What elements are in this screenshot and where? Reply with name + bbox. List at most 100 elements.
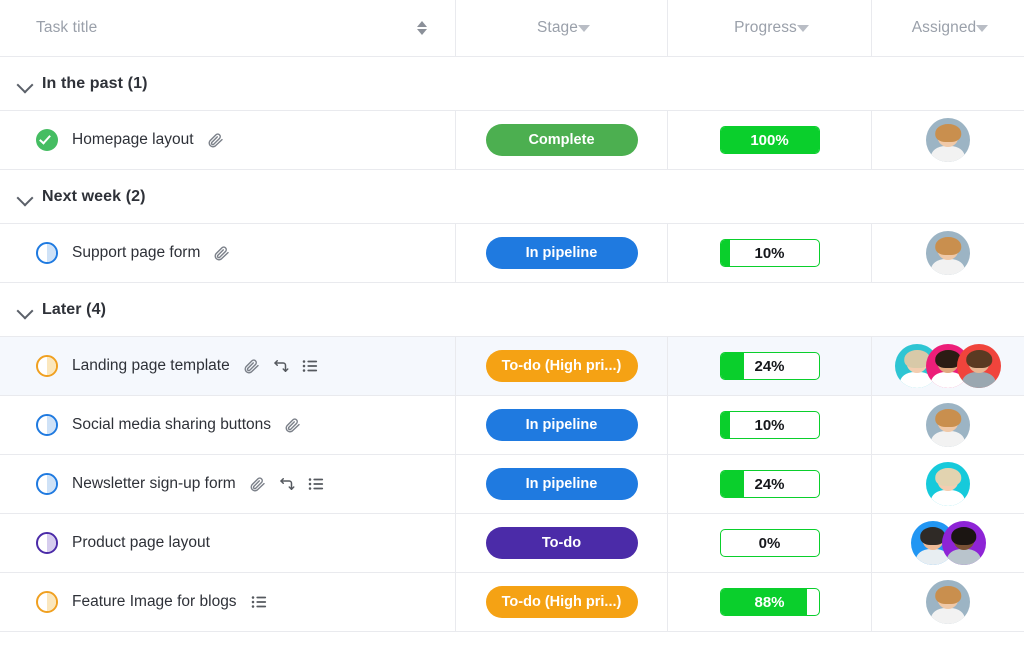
attachment-icon[interactable] <box>284 416 302 434</box>
progress-bar[interactable]: 10% <box>719 239 820 267</box>
checklist-icon[interactable] <box>301 357 319 375</box>
avatar[interactable] <box>941 521 986 565</box>
progress-value-label: 100% <box>750 131 789 149</box>
assigned-cell <box>872 455 1024 513</box>
progress-cell: 88% <box>668 573 872 631</box>
avatar[interactable] <box>957 344 1001 388</box>
avatar[interactable] <box>926 580 970 624</box>
task-row[interactable]: Newsletter sign-up form In pipeline 24% <box>0 455 1024 514</box>
column-header-progress[interactable]: Progress <box>668 0 872 56</box>
chevron-down-icon[interactable] <box>578 24 590 32</box>
attachment-icon[interactable] <box>249 475 267 493</box>
progress-bar[interactable]: 0% <box>719 529 820 557</box>
task-title-label: Homepage layout <box>72 131 194 148</box>
task-title-cell: Homepage layout <box>0 111 456 169</box>
status-ring-icon[interactable] <box>36 532 58 554</box>
task-title-label: Social media sharing buttons <box>72 416 272 433</box>
assigned-cell <box>872 573 1024 631</box>
chevron-down-icon[interactable] <box>12 71 38 97</box>
avatar[interactable] <box>926 231 970 275</box>
stage-cell: Complete <box>456 111 668 169</box>
progress-bar[interactable]: 24% <box>719 470 820 498</box>
chevron-down-icon[interactable] <box>796 24 809 32</box>
avatar[interactable] <box>926 403 970 447</box>
avatar[interactable] <box>926 118 970 162</box>
status-ring-icon[interactable] <box>36 473 58 495</box>
progress-cell: 10% <box>668 224 872 282</box>
task-title-cell: Support page form <box>0 224 456 282</box>
avatar-group[interactable] <box>926 231 970 275</box>
chevron-down-icon[interactable] <box>12 297 38 323</box>
column-label-stage: Stage <box>536 19 578 36</box>
stage-cell: To-do (High pri...) <box>456 573 668 631</box>
status-ring-icon[interactable] <box>36 355 58 377</box>
group-header-row[interactable]: Next week (2) <box>0 170 1024 224</box>
avatar-group[interactable] <box>910 521 986 565</box>
avatar-group[interactable] <box>895 344 1001 388</box>
progress-cell: 100% <box>668 111 872 169</box>
progress-cell: 10% <box>668 396 872 454</box>
status-ring-icon[interactable] <box>36 129 58 151</box>
status-ring-icon[interactable] <box>36 414 58 436</box>
task-row[interactable]: Social media sharing buttons In pipeline 1… <box>0 396 1024 455</box>
task-title-cell: Newsletter sign-up form <box>0 455 456 513</box>
task-meta-icons <box>249 475 325 493</box>
status-ring-icon[interactable] <box>36 242 58 264</box>
stage-badge[interactable]: To-do (High pri...) <box>485 586 638 618</box>
stage-badge[interactable]: In pipeline <box>485 409 638 441</box>
column-label-progress: Progress <box>734 19 797 36</box>
stage-badge[interactable]: To-do <box>485 527 638 559</box>
progress-bar[interactable]: 88% <box>719 588 820 616</box>
task-meta-icons <box>250 593 268 611</box>
repeat-icon[interactable] <box>278 475 296 493</box>
attachment-icon[interactable] <box>207 131 225 149</box>
progress-cell: 0% <box>668 514 872 572</box>
task-row[interactable]: Homepage layout Complete 100% <box>0 111 1024 170</box>
task-title-cell: Social media sharing buttons <box>0 396 456 454</box>
progress-bar[interactable]: 100% <box>719 126 820 154</box>
chevron-down-icon[interactable] <box>12 184 38 210</box>
group-header-row[interactable]: In the past (1) <box>0 57 1024 111</box>
avatar-group[interactable] <box>926 118 970 162</box>
attachment-icon[interactable] <box>213 244 231 262</box>
stage-badge[interactable]: In pipeline <box>485 237 638 269</box>
checklist-icon[interactable] <box>307 475 325 493</box>
group-header-row[interactable]: Later (4) <box>0 283 1024 337</box>
column-header-stage[interactable]: Stage <box>456 0 668 56</box>
task-title-label: Landing page template <box>72 357 230 374</box>
chevron-down-icon[interactable] <box>976 24 989 32</box>
progress-bar[interactable]: 24% <box>719 352 820 380</box>
task-title-label: Newsletter sign-up form <box>72 475 236 492</box>
assigned-cell <box>872 396 1024 454</box>
avatar-group[interactable] <box>926 462 970 506</box>
task-meta-icons <box>213 244 231 262</box>
sort-icon[interactable] <box>417 21 427 35</box>
table-header: Task title Stage Progress Assigned <box>0 0 1024 57</box>
task-row[interactable]: Support page form In pipeline 10% <box>0 224 1024 283</box>
avatar-group[interactable] <box>926 403 970 447</box>
checklist-icon[interactable] <box>250 593 268 611</box>
column-label-assigned: Assigned <box>911 19 977 36</box>
task-row[interactable]: Feature Image for blogs To-do (High pri..… <box>0 573 1024 632</box>
repeat-icon[interactable] <box>272 357 290 375</box>
avatar[interactable] <box>926 462 970 506</box>
progress-bar[interactable]: 10% <box>719 411 820 439</box>
task-row[interactable]: Product page layout To-do 0% <box>0 514 1024 573</box>
stage-badge[interactable]: Complete <box>485 124 638 156</box>
stage-badge[interactable]: In pipeline <box>485 468 638 500</box>
stage-badge[interactable]: To-do (High pri...) <box>485 350 638 382</box>
avatar-group[interactable] <box>926 580 970 624</box>
task-title-cell: Landing page template <box>0 337 456 395</box>
task-title-cell: Feature Image for blogs <box>0 573 456 631</box>
attachment-icon[interactable] <box>243 357 261 375</box>
column-header-task-title[interactable]: Task title <box>0 0 456 56</box>
task-meta-icons <box>243 357 319 375</box>
task-title-label: Support page form <box>72 244 201 261</box>
task-row[interactable]: Landing page template To-do (High pri...)… <box>0 337 1024 396</box>
status-ring-icon[interactable] <box>36 591 58 613</box>
progress-value-label: 24% <box>754 357 785 375</box>
task-title-label: Product page layout <box>72 534 210 551</box>
stage-cell: To-do (High pri...) <box>456 337 668 395</box>
column-header-assigned[interactable]: Assigned <box>872 0 1024 56</box>
group-label: In the past (1) <box>42 74 148 92</box>
